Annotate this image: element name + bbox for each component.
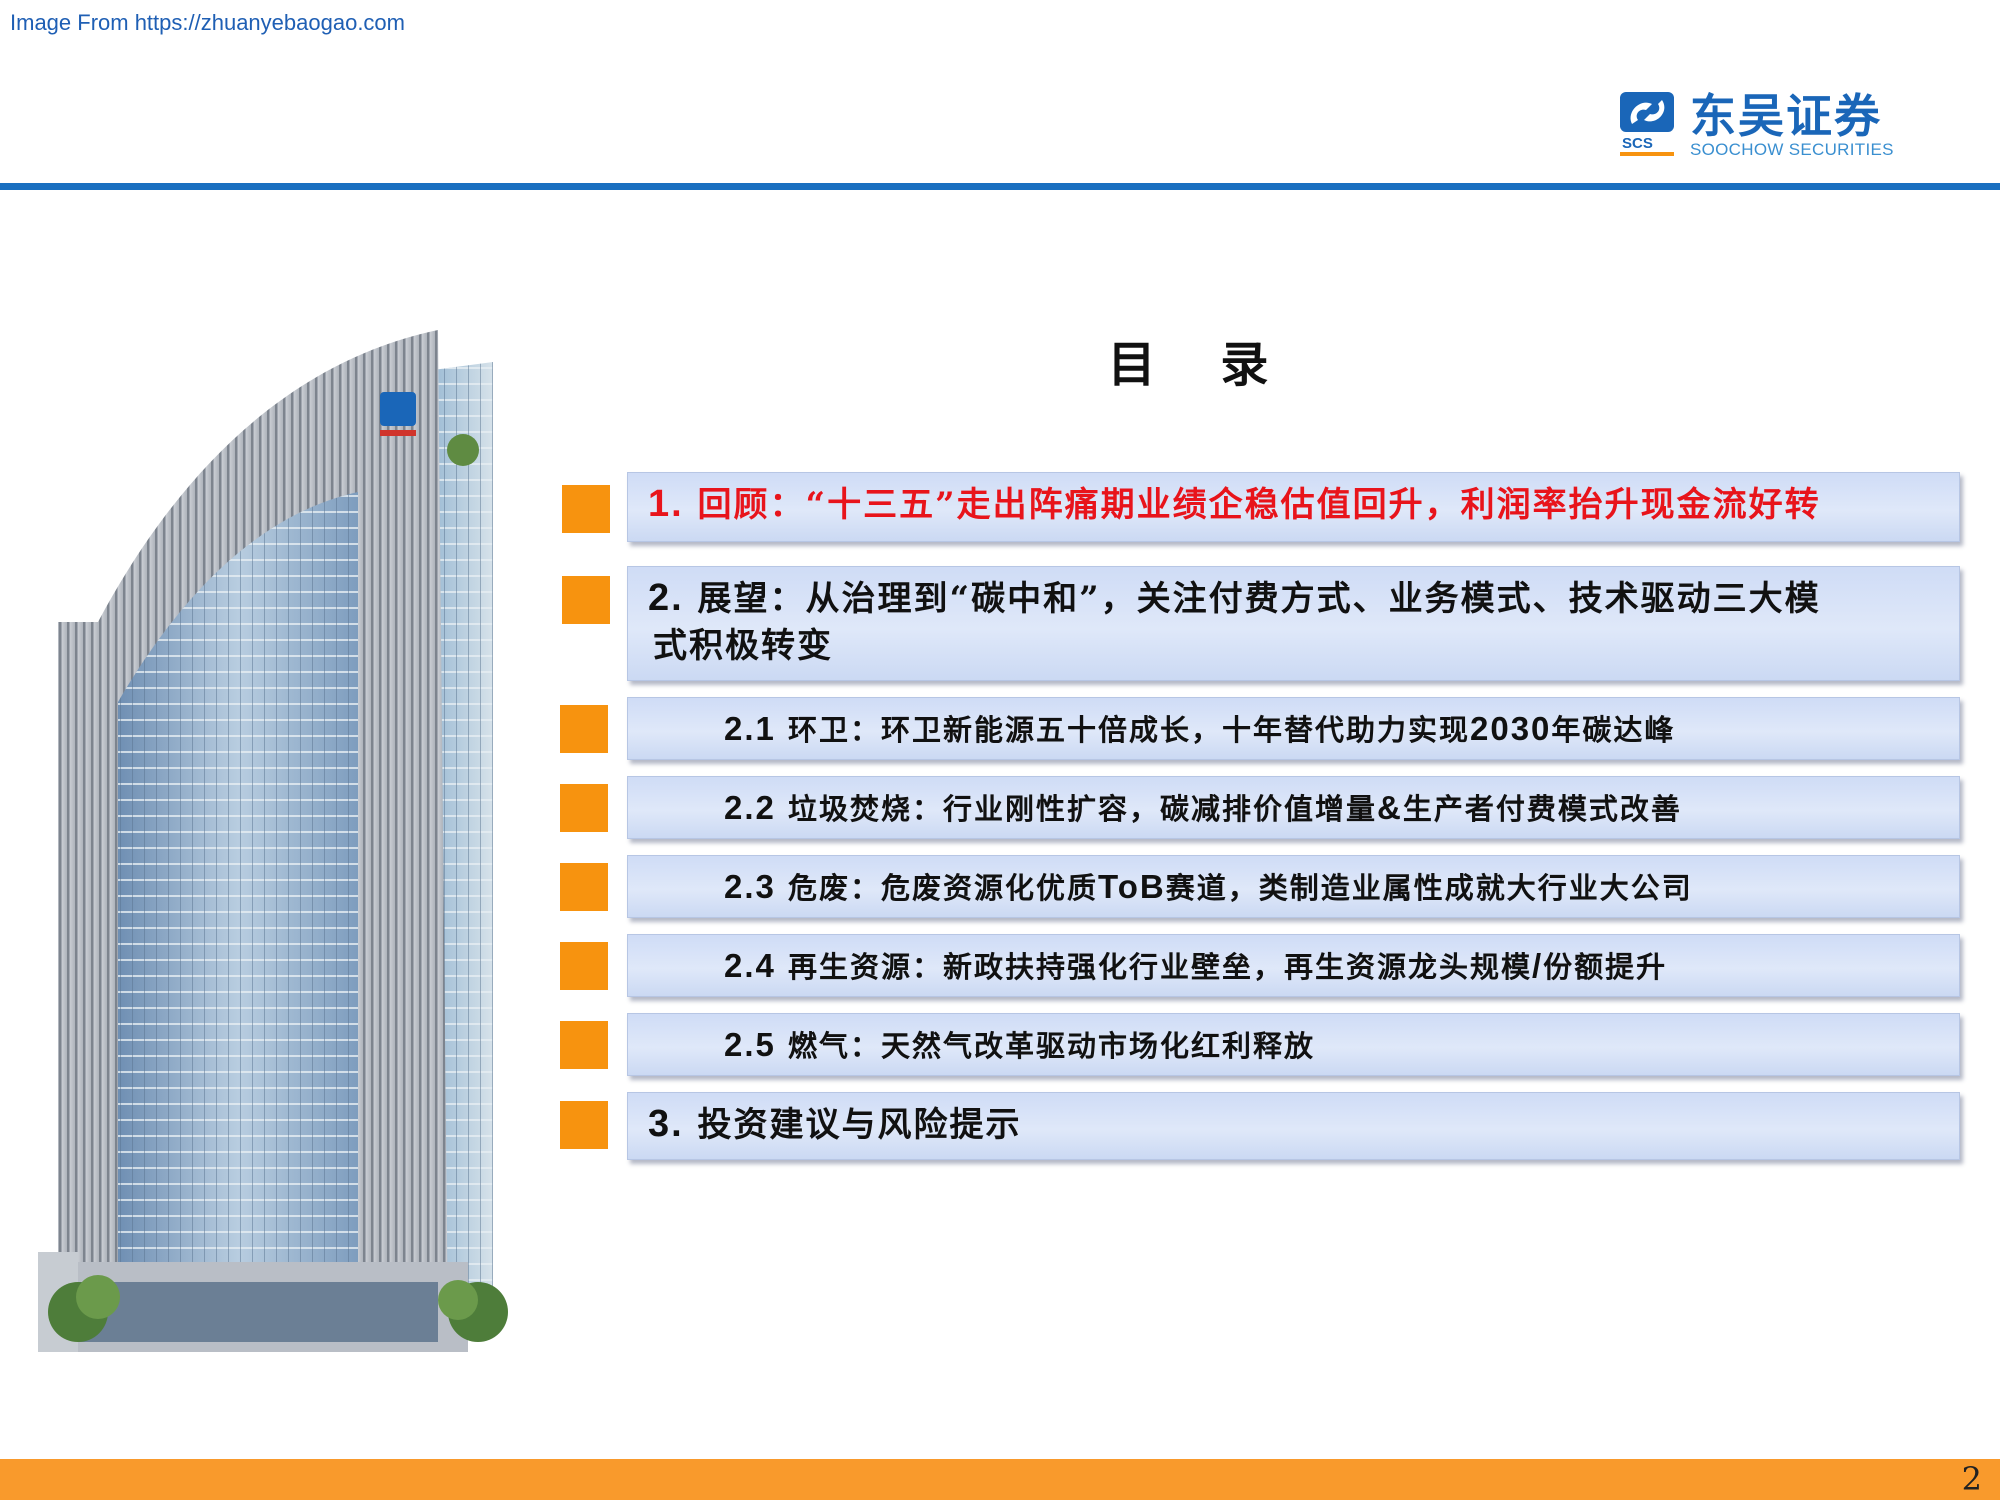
- toc-item-1-number: 1.: [648, 483, 684, 525]
- toc-item-2-5-number: 2.5: [724, 1026, 776, 1063]
- toc-item-2-1-text-b: 2030: [1470, 710, 1552, 747]
- toc-item-2-2-text-c: 生产者付费模式改善: [1402, 792, 1682, 826]
- toc-item-2-text-line1: 展望：从治理到“碳中和”，关注付费方式、业务模式、技术驱动三大模: [697, 579, 1821, 619]
- toc-item-2-5[interactable]: 2.5 燃气：天然气改革驱动市场化红利释放: [627, 1013, 1960, 1076]
- headquarters-building-image: [38, 330, 508, 1352]
- logo-english-name: SOOCHOW SECURITIES: [1690, 140, 1894, 159]
- toc-item-3[interactable]: 3. 投资建议与风险提示: [627, 1092, 1960, 1160]
- toc-item-2-3-text-b: ToB: [1098, 868, 1166, 905]
- toc-bullet-2: [562, 576, 610, 624]
- header-divider: [0, 183, 2000, 190]
- toc-bullet-2-5: [560, 1021, 608, 1069]
- toc-bullet-2-2: [560, 784, 608, 832]
- toc-item-3-number: 3.: [648, 1103, 684, 1145]
- toc-title: 目 录: [1107, 337, 1293, 393]
- toc-item-2-4-number: 2.4: [724, 947, 776, 984]
- svg-text:SCS: SCS: [1622, 135, 1653, 152]
- toc-bullet-1: [562, 485, 610, 533]
- toc-item-2-number: 2.: [648, 577, 684, 619]
- toc-item-2-4-text-a: 再生资源：新政扶持强化行业壁垒，再生资源龙头规模: [787, 950, 1532, 984]
- toc-item-2-3-number: 2.3: [724, 868, 776, 905]
- toc-item-2-1[interactable]: 2.1 环卫：环卫新能源五十倍成长，十年替代助力实现2030年碳达峰: [627, 697, 1960, 760]
- toc-item-1[interactable]: 1. 回顾：“十三五”走出阵痛期业绩企稳估值回升，利润率抬升现金流好转: [627, 472, 1960, 542]
- toc-item-3-text: 投资建议与风险提示: [697, 1105, 1022, 1145]
- toc-bullet-2-4: [560, 942, 608, 990]
- footer-bar: [0, 1459, 2000, 1500]
- toc-item-2-2-number: 2.2: [724, 789, 776, 826]
- toc-item-2[interactable]: 2. 展望：从治理到“碳中和”，关注付费方式、业务模式、技术驱动三大模 式积极转…: [627, 566, 1960, 681]
- soochow-securities-logo: SCS 东吴证券 SOOCHOW SECURITIES: [1618, 90, 1898, 162]
- toc-item-2-2-text-b: &: [1377, 789, 1403, 826]
- toc-item-2-2-text-a: 垃圾焚烧：行业刚性扩容，碳减排价值增量: [787, 792, 1377, 826]
- toc-item-2-1-number: 2.1: [724, 710, 776, 747]
- page-number: 2: [1961, 1460, 1982, 1498]
- toc-bullet-2-1: [560, 705, 608, 753]
- toc-item-2-3-text-a: 危废：危废资源化优质: [787, 871, 1098, 905]
- toc-item-2-1-text-a: 环卫：环卫新能源五十倍成长，十年替代助力实现: [787, 713, 1470, 747]
- logo-chinese-name: 东吴证券: [1690, 89, 1882, 143]
- source-watermark: Image From https://zhuanyebaogao.com: [10, 10, 405, 35]
- toc-item-1-text: 回顾：“十三五”走出阵痛期业绩企稳估值回升，利润率抬升现金流好转: [697, 485, 1821, 525]
- toc-bullet-3: [560, 1101, 608, 1149]
- toc-item-2-4-text-c: 份额提升: [1543, 950, 1668, 984]
- toc-item-2-4[interactable]: 2.4 再生资源：新政扶持强化行业壁垒，再生资源龙头规模/份额提升: [627, 934, 1960, 997]
- toc-item-2-text-line2: 式积极转变: [653, 626, 833, 666]
- scs-logo-icon: SCS: [1620, 92, 1674, 156]
- toc-item-2-2[interactable]: 2.2 垃圾焚烧：行业刚性扩容，碳减排价值增量&生产者付费模式改善: [627, 776, 1960, 839]
- toc-item-2-1-text-c: 年碳达峰: [1551, 713, 1676, 747]
- toc-item-2-5-text: 燃气：天然气改革驱动市场化红利释放: [787, 1029, 1315, 1063]
- toc-item-2-3[interactable]: 2.3 危废：危废资源化优质ToB赛道，类制造业属性成就大行业大公司: [627, 855, 1960, 918]
- toc-item-2-3-text-c: 赛道，类制造业属性成就大行业大公司: [1165, 871, 1693, 905]
- toc-bullet-2-3: [560, 863, 608, 911]
- toc-item-2-4-text-b: /: [1532, 947, 1544, 984]
